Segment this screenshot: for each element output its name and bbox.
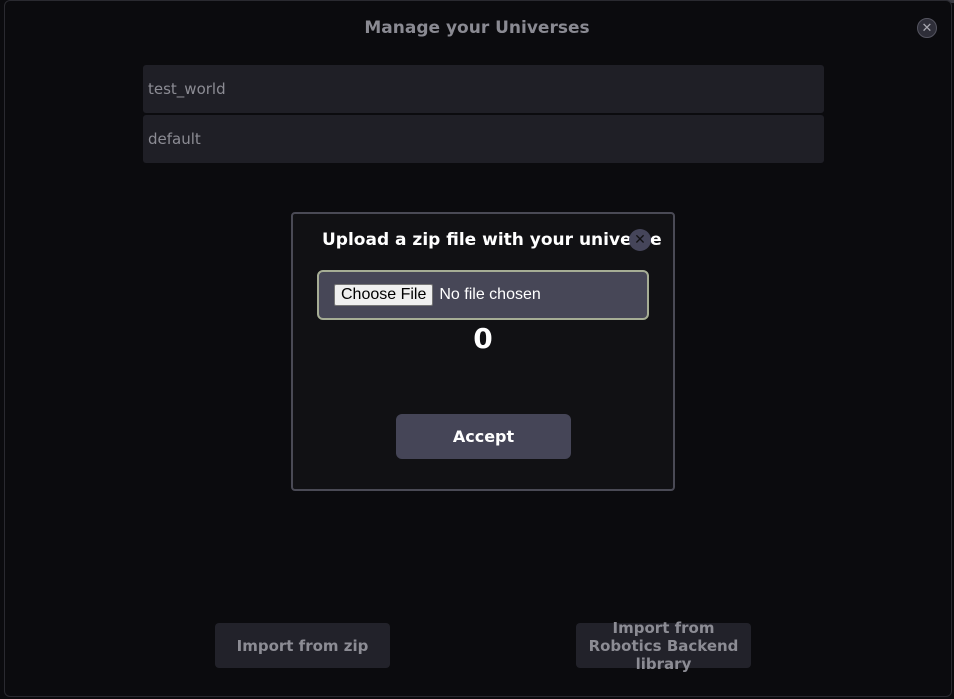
upload-zip-dialog: Upload a zip file with your universe ✕ C… <box>291 212 675 491</box>
universe-list: test_world default <box>143 65 824 165</box>
file-counter: 0 <box>473 322 493 355</box>
import-from-zip-button[interactable]: Import from zip <box>215 623 390 668</box>
accept-button[interactable]: Accept <box>396 414 571 459</box>
universe-item[interactable]: test_world <box>143 65 824 113</box>
modal-title: Manage your Universes <box>364 18 590 38</box>
close-icon[interactable]: ✕ <box>629 229 651 251</box>
import-from-robotics-library-label: Import from Robotics Backend library <box>588 618 739 673</box>
dialog-title: Upload a zip file with your universe <box>322 230 662 250</box>
close-icon[interactable]: ✕ <box>917 18 937 38</box>
import-from-robotics-library-button[interactable]: Import from Robotics Backend library <box>576 619 751 673</box>
choose-file-button[interactable]: Choose File <box>334 284 434 306</box>
universe-item[interactable]: default <box>143 115 824 163</box>
file-status-text: No file chosen <box>439 286 541 303</box>
file-input[interactable]: Choose File No file chosen <box>317 270 649 320</box>
